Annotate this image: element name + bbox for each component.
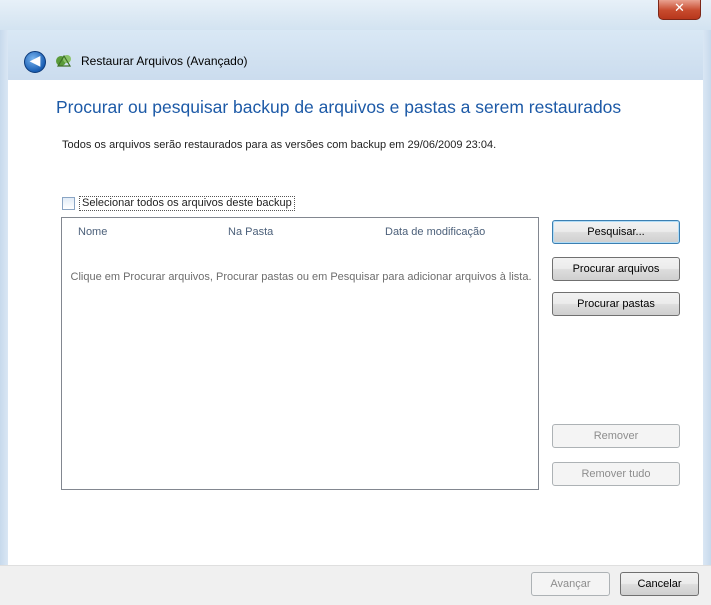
remove-all-button[interactable]: Remover tudo: [552, 462, 680, 486]
title-bar: ✕: [0, 0, 711, 30]
close-icon: ✕: [674, 1, 685, 16]
column-header-modified[interactable]: Data de modificação: [385, 226, 485, 238]
select-all-label[interactable]: Selecionar todos os arquivos deste backu…: [79, 195, 295, 211]
checkbox-box[interactable]: [62, 196, 75, 210]
window-title: Restaurar Arquivos (Avançado): [81, 54, 248, 68]
search-button[interactable]: Pesquisar...: [552, 220, 680, 244]
back-button[interactable]: ◀: [24, 51, 46, 73]
browse-folders-button[interactable]: Procurar pastas: [552, 292, 680, 316]
close-button[interactable]: ✕: [658, 0, 701, 20]
browse-files-button[interactable]: Procurar arquivos: [552, 257, 680, 281]
column-header-name[interactable]: Nome: [78, 226, 107, 238]
next-button[interactable]: Avançar: [531, 572, 610, 596]
footer-bar: Avançar Cancelar: [0, 565, 711, 605]
files-list[interactable]: Nome Na Pasta Data de modificação Clique…: [61, 217, 539, 490]
backup-restore-icon: [56, 54, 72, 67]
select-all-checkbox[interactable]: Selecionar todos os arquivos deste backu…: [62, 195, 295, 211]
back-arrow-icon: ◀: [29, 53, 41, 69]
remove-button[interactable]: Remover: [552, 424, 680, 448]
navigation-bar: ◀ Restaurar Arquivos (Avançado): [0, 30, 711, 80]
window-border-right: [703, 30, 711, 605]
list-header: Nome Na Pasta Data de modificação: [62, 218, 538, 242]
column-header-folder[interactable]: Na Pasta: [228, 226, 273, 238]
page-heading: Procurar ou pesquisar backup de arquivos…: [56, 97, 622, 117]
cancel-button[interactable]: Cancelar: [620, 572, 699, 596]
restore-files-window: ✕ ◀ Restaurar Arquivos (Avançado) Procur…: [0, 0, 711, 605]
window-border-left: [0, 30, 8, 605]
list-empty-message: Clique em Procurar arquivos, Procurar pa…: [70, 271, 532, 283]
restore-description: Todos os arquivos serão restaurados para…: [62, 139, 497, 151]
